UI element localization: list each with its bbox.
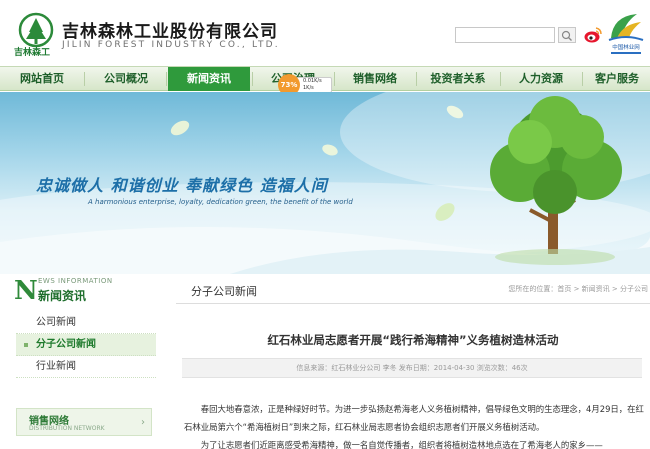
article-paragraph: 为了让志愿者们近距离感受希海精神，做一名自觉传播者，组织者将植树造林地点选在了希… bbox=[200, 440, 603, 449]
site-header: 吉林森工 吉林森林工业股份有限公司 JILIN FOREST INDUSTRY … bbox=[0, 0, 650, 66]
nav-divider bbox=[334, 72, 335, 86]
article-title: 红石林业局志愿者开展“践行希海精神”义务植树造林活动 bbox=[267, 333, 559, 347]
sidebar-initial: N bbox=[14, 276, 38, 306]
sidebar-item-label: 行业新闻 bbox=[36, 361, 76, 372]
upload-speed: 0.01K/s bbox=[303, 78, 322, 84]
nav-divider bbox=[416, 72, 417, 86]
breadcrumb[interactable]: 您所在的位置：首页 > 新闻资讯 > 分子公司 bbox=[508, 284, 648, 294]
article-paragraph: 春回大地春意浓，正是种绿好时节。为进一步弘扬赵希海老人义务植树精神，倡导绿色文明… bbox=[184, 404, 644, 432]
nav-item-news[interactable]: 新闻资讯 bbox=[168, 67, 250, 91]
sidebar-sales-network-link[interactable]: 销售网络 DISTRIBUTION NETWORK › bbox=[16, 408, 152, 436]
nav-item-service[interactable]: 客户服务 bbox=[584, 67, 650, 91]
search-icon[interactable] bbox=[558, 27, 576, 43]
nav-item-hr[interactable]: 人力资源 bbox=[502, 67, 580, 91]
sidebar-item-company-news[interactable]: 公司新闻 bbox=[16, 312, 156, 334]
article-meta: 信息来源：红石林业分公司 李冬 发布日期：2014-04-30 浏览次数：46次 bbox=[182, 358, 642, 378]
company-name[interactable]: 吉林森林工业股份有限公司 bbox=[62, 17, 278, 42]
china-forestry-logo-icon[interactable]: 中国林业网 bbox=[607, 10, 645, 58]
nav-item-sales[interactable]: 销售网络 bbox=[336, 67, 414, 91]
nav-divider bbox=[582, 72, 583, 86]
nav-item-about[interactable]: 公司概况 bbox=[90, 67, 162, 91]
company-name-en: JILIN FOREST INDUSTRY CO., LTD. bbox=[62, 40, 280, 50]
speed-readout: 0.01K/s 1K/s bbox=[296, 77, 332, 93]
nav-divider bbox=[252, 72, 253, 86]
sidebar-item-label: 分子公司新闻 bbox=[36, 339, 96, 350]
main-content: 分子公司新闻 您所在的位置：首页 > 新闻资讯 > 分子公司 红石林业局志愿者开… bbox=[176, 274, 650, 449]
nav-item-investors[interactable]: 投资者关系 bbox=[418, 67, 498, 91]
nav-divider bbox=[166, 72, 167, 86]
article-body: 春回大地春意浓，正是种绿好时节。为进一步弘扬赵希海老人义务植树精神，倡导绿色文明… bbox=[184, 400, 646, 449]
download-speed: 1K/s bbox=[303, 85, 314, 91]
weibo-icon[interactable] bbox=[583, 26, 603, 44]
sidebar-menu: 公司新闻 分子公司新闻 行业新闻 bbox=[16, 312, 156, 378]
nav-item-home[interactable]: 网站首页 bbox=[6, 67, 78, 91]
sidebar-title-en: EWS INFORMATION bbox=[38, 277, 113, 285]
nav-divider bbox=[84, 72, 85, 86]
chevron-right-icon: › bbox=[141, 417, 145, 428]
sidebar-item-subsidiary-news[interactable]: 分子公司新闻 bbox=[16, 334, 156, 356]
hero-banner: 忠诚做人 和谐创业 奉献绿色 造福人间 A harmonious enterpr… bbox=[0, 92, 650, 274]
nav-divider bbox=[500, 72, 501, 86]
forest-logo-text: 中国林业网 bbox=[612, 43, 640, 51]
bullet-icon bbox=[24, 343, 28, 347]
section-header: 分子公司新闻 您所在的位置：首页 > 新闻资讯 > 分子公司 bbox=[176, 274, 650, 304]
sales-network-title-en: DISTRIBUTION NETWORK bbox=[29, 425, 105, 432]
section-title: 分子公司新闻 bbox=[191, 285, 257, 298]
logo-text: 吉林森工 bbox=[14, 48, 51, 58]
sidebar: N EWS INFORMATION 新闻资讯 公司新闻 分子公司新闻 行业新闻 … bbox=[10, 274, 156, 449]
sidebar-item-label: 公司新闻 bbox=[36, 317, 76, 328]
banner-slogan-en: A harmonious enterprise, loyalty, dedica… bbox=[88, 198, 353, 206]
search-input[interactable] bbox=[455, 27, 555, 43]
sidebar-item-industry-news[interactable]: 行业新闻 bbox=[16, 356, 156, 378]
banner-slogan: 忠诚做人 和谐创业 奉献绿色 造福人间 bbox=[36, 176, 328, 195]
sidebar-title: 新闻资讯 bbox=[38, 289, 87, 303]
